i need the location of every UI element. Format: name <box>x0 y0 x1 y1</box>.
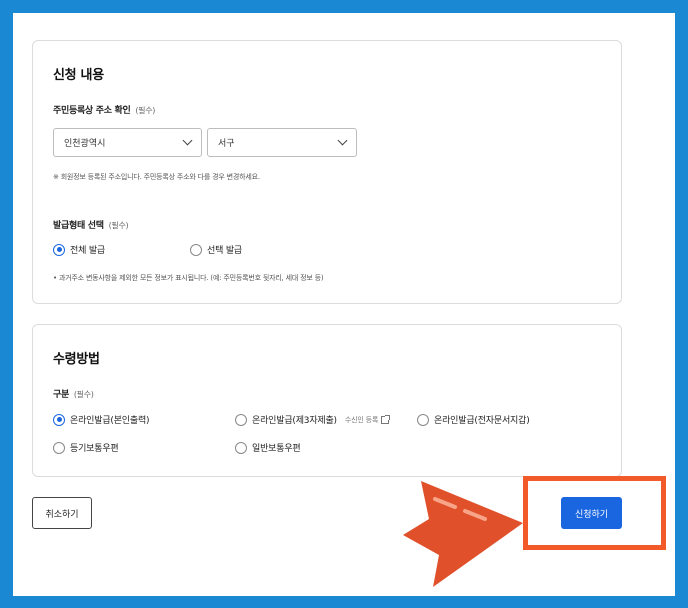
issue-type-label: 발급형태 선택 (필수) <box>53 218 129 231</box>
application-details-title: 신청 내용 <box>53 68 104 83</box>
issue-type-required-tag: (필수) <box>108 221 129 230</box>
city-select[interactable]: 인천광역시 <box>53 128 202 157</box>
radio-selective-issue[interactable]: 선택 발급 <box>190 243 242 256</box>
radio-online-wallet[interactable]: 온라인발급(전자문서지갑) <box>417 413 530 426</box>
submit-button[interactable]: 신청하기 <box>561 497 622 529</box>
radio-unchecked-icon <box>235 441 247 454</box>
radio-online-third-party-label: 온라인발급(제3자제출) <box>252 416 337 426</box>
radio-unchecked-icon <box>53 441 65 454</box>
category-label-text: 구분 <box>53 390 69 400</box>
radio-unchecked-icon <box>190 243 202 256</box>
recipient-register-text: 수신인 등록 <box>344 415 379 424</box>
external-link-icon <box>381 414 391 424</box>
radio-unchecked-icon <box>417 413 429 426</box>
district-select-value: 서구 <box>218 139 235 149</box>
radio-regular-mail[interactable]: 일반보통우편 <box>235 441 301 454</box>
district-select[interactable]: 서구 <box>207 128 357 157</box>
category-label: 구분 (필수) <box>53 387 94 400</box>
address-note: ※ 회원정보 등록된 주소입니다. 주민등록상 주소와 다를 경우 변경하세요. <box>53 173 260 181</box>
radio-online-self-print[interactable]: 온라인발급(본인출력) <box>53 413 150 426</box>
address-required-tag: (필수) <box>135 106 156 115</box>
page-frame: 신청 내용 주민등록상 주소 확인 (필수) 인천광역시 서구 ※ 회원정보 등… <box>13 13 675 596</box>
address-confirm-label: 주민등록상 주소 확인 (필수) <box>53 103 155 116</box>
city-select-value: 인천광역시 <box>64 139 106 149</box>
chevron-down-icon <box>182 135 193 146</box>
recipient-register-link[interactable]: 수신인 등록 <box>344 414 391 425</box>
issue-type-label-text: 발급형태 선택 <box>53 221 104 231</box>
cancel-button[interactable]: 취소하기 <box>32 497 92 529</box>
radio-online-wallet-label: 온라인발급(전자문서지갑) <box>434 416 530 426</box>
radio-registered-mail[interactable]: 등기보통우편 <box>53 441 119 454</box>
radio-selective-issue-label: 선택 발급 <box>207 246 242 256</box>
receive-method-card: 수령방법 구분 (필수) 온라인발급(본인출력) 온라인발급(제3자제출) 수신… <box>32 324 622 477</box>
radio-checked-icon <box>53 243 65 256</box>
category-required-tag: (필수) <box>73 390 94 399</box>
radio-online-third-party[interactable]: 온라인발급(제3자제출) 수신인 등록 <box>235 413 391 426</box>
radio-full-issue-label: 전체 발급 <box>70 246 105 256</box>
address-label-text: 주민등록상 주소 확인 <box>53 106 131 116</box>
application-details-card: 신청 내용 주민등록상 주소 확인 (필수) 인천광역시 서구 ※ 회원정보 등… <box>32 40 622 304</box>
radio-online-self-print-label: 온라인발급(본인출력) <box>70 416 150 426</box>
issue-note: • 과거주소 변동사항을 제외한 모든 정보가 표시됩니다. (예: 주민등록번… <box>53 274 324 282</box>
chevron-down-icon <box>337 135 348 146</box>
arrow-pointer-icon <box>403 481 523 587</box>
receive-method-title: 수령방법 <box>53 352 100 367</box>
radio-full-issue[interactable]: 전체 발급 <box>53 243 105 256</box>
radio-unchecked-icon <box>235 413 247 426</box>
radio-regular-mail-label: 일반보통우편 <box>252 444 301 454</box>
radio-registered-mail-label: 등기보통우편 <box>70 444 119 454</box>
radio-checked-icon <box>53 413 65 426</box>
